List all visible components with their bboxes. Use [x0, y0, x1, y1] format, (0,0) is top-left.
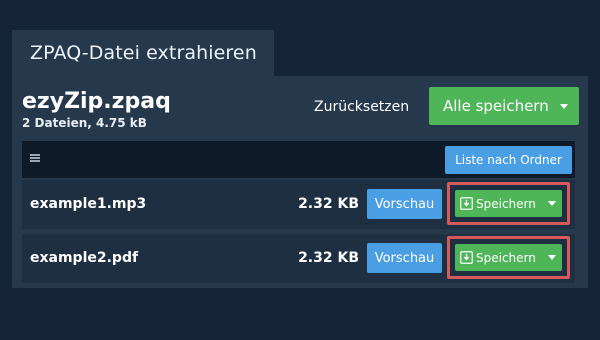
- file-size: 2.32 KB: [298, 250, 359, 266]
- file-name: example2.pdf: [30, 250, 139, 266]
- extract-panel: ezyZip.zpaq 2 Dateien, 4.75 kB Zurückset…: [12, 76, 588, 288]
- save-button[interactable]: Speichern: [455, 244, 562, 271]
- reset-button[interactable]: Zurücksetzen: [314, 96, 409, 118]
- archive-name: ezyZip.zpaq: [22, 89, 171, 114]
- file-row: example1.mp3 2.32 KB Vorschau Speichern: [22, 180, 575, 229]
- save-all-dropdown-toggle[interactable]: [549, 87, 579, 125]
- chevron-down-icon: [548, 255, 556, 260]
- list-by-folder-button[interactable]: Liste nach Ordner: [445, 146, 572, 174]
- preview-button[interactable]: Vorschau: [367, 243, 442, 273]
- save-button-highlight: Speichern: [447, 236, 570, 279]
- save-label[interactable]: Speichern: [476, 197, 542, 211]
- preview-button[interactable]: Vorschau: [367, 189, 442, 219]
- file-name: example1.mp3: [30, 196, 147, 212]
- chevron-down-icon: [548, 201, 556, 206]
- archive-summary: 2 Dateien, 4.75 kB: [22, 116, 147, 130]
- save-dropdown-toggle[interactable]: [542, 201, 562, 206]
- download-icon: [460, 197, 473, 210]
- hamburger-menu-icon[interactable]: [30, 154, 40, 162]
- file-list-header: Liste nach Ordner: [22, 141, 575, 178]
- save-button-highlight: Speichern: [447, 182, 570, 225]
- save-label[interactable]: Speichern: [476, 251, 542, 265]
- tab-label: ZPAQ-Datei extrahieren: [30, 42, 257, 64]
- save-dropdown-toggle[interactable]: [542, 255, 562, 260]
- chevron-down-icon: [560, 103, 568, 109]
- save-all-button[interactable]: Alle speichern: [429, 87, 579, 125]
- save-all-label[interactable]: Alle speichern: [429, 87, 549, 125]
- download-icon: [460, 251, 473, 264]
- file-row: example2.pdf 2.32 KB Vorschau Speichern: [22, 234, 575, 283]
- tab-zpaq-extract[interactable]: ZPAQ-Datei extrahieren: [12, 30, 274, 76]
- save-button[interactable]: Speichern: [455, 190, 562, 217]
- file-size: 2.32 KB: [298, 196, 359, 212]
